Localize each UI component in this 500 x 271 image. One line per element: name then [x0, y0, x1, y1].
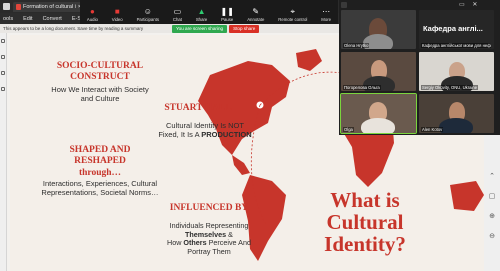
heading-shaped-reshaped: SHAPED AND RESHAPED through… [60, 145, 140, 179]
thumbnail-icon[interactable] [1, 39, 5, 43]
notice-text[interactable]: This appears to be a long document. Save… [3, 26, 143, 31]
page-fit-icon[interactable]: ▢ [489, 193, 496, 200]
influenced-amp: & [226, 229, 233, 239]
participant-tile[interactable]: Alen Kotov [419, 94, 494, 133]
video-label: Video [111, 17, 123, 22]
zoom-meeting-toolbar: ● Audio ■ Video ☺ Participants ▭ Chat ▲ … [80, 0, 338, 24]
participant-body [439, 118, 473, 133]
audio-label: Audio [86, 17, 98, 22]
stuart-hall-production: PRODUCTION [201, 130, 252, 139]
influenced-themselves: Themselves [185, 229, 227, 239]
participant-name: Olga [343, 127, 354, 132]
right-tool-strip: ⌃ ▢ ⊕ ⊖ [484, 135, 500, 271]
document-tab-title: Formation of cultural i [23, 3, 76, 10]
screen-share-banner: You are screen sharing Stop share [172, 24, 296, 33]
annotate-button[interactable]: ✎ Annotate [247, 7, 265, 23]
influenced-line3-suffix: Perceive And [206, 238, 251, 248]
menu-item-tools[interactable]: ools [3, 16, 13, 22]
pdf-icon [16, 3, 21, 10]
gallery-view-icon[interactable] [341, 2, 347, 8]
stuart-hall-line2: Fixed, It Is A PRODUCTION [150, 130, 260, 139]
pause-icon: ❚❚ [220, 7, 234, 16]
stop-share-button[interactable]: Stop share [229, 24, 260, 33]
text-influenced-by: Individuals Representing Themselves & Ho… [146, 221, 272, 257]
screen-sharing-indicator[interactable]: You are screen sharing [172, 24, 228, 33]
participants-button[interactable]: ☺ Participants [136, 7, 160, 23]
participant-tile-active[interactable]: Olga [340, 93, 417, 134]
participant-tile[interactable]: Olena Hrytko [341, 10, 416, 49]
annotate-icon: ✎ [252, 7, 260, 16]
participant-tile[interactable]: Погорелова Ольга [341, 52, 416, 91]
screen: Formation of cultural i × + ools Edit Co… [0, 0, 500, 271]
participant-tile[interactable]: Sergiy Okovity, ONU, Ukraine [419, 52, 494, 91]
attachment-icon[interactable] [1, 71, 5, 75]
participant-tile[interactable]: Кафедра англі... Кафедра англійської мов… [419, 10, 494, 49]
participant-name: Olena Hrytko [343, 43, 370, 48]
share-button[interactable]: ▲ Share [195, 7, 208, 23]
text-shaped-reshaped: Interactions, Experiences, Cultural Repr… [41, 179, 159, 197]
document-tab[interactable]: Formation of cultural i × [13, 1, 85, 12]
influenced-others: Others [183, 238, 207, 248]
microphone-muted-icon: ● [90, 7, 95, 16]
text-stuart-hall: Cultural Identity Is NOT Fixed, It Is A … [150, 121, 260, 139]
participant-name: Alen Kotov [421, 127, 444, 132]
stuart-hall-line2-prefix: Fixed, It Is A [158, 130, 202, 139]
remote-control-label: Remote control [278, 17, 308, 22]
pause-label: Pause [221, 17, 234, 22]
more-label: More [321, 17, 332, 22]
participant-name: Погорелова Ольга [343, 85, 381, 90]
app-menu-icon[interactable] [3, 3, 10, 10]
participant-name: Sergiy Okovity, ONU, Ukraine [421, 85, 479, 90]
zoom-gallery-panel: ▭ ✕ Olena Hrytko Кафедра англі... Кафедр… [339, 0, 500, 135]
annotate-label: Annotate [247, 17, 265, 22]
zoom-in-icon[interactable]: ⊕ [489, 213, 495, 220]
title-what-is-cultural-identity: What is Cultural Identity? [324, 188, 406, 257]
shaped-line2: RESHAPED [74, 156, 126, 167]
pause-button[interactable]: ❚❚ Pause [220, 7, 234, 23]
chat-button[interactable]: ▭ Chat [172, 7, 182, 23]
shaped-line3: through… [78, 167, 122, 178]
influenced-line3-prefix: How [167, 238, 184, 248]
chat-label: Chat [172, 17, 182, 22]
text-socio-cultural: How We Interact with Society and Culture [51, 85, 149, 103]
scroll-up-icon[interactable]: ⌃ [489, 173, 495, 180]
participant-body [361, 118, 395, 133]
menu-item-convert[interactable]: Convert [43, 16, 62, 22]
chat-icon: ▭ [173, 7, 182, 16]
left-tool-strip [0, 33, 7, 271]
participant-name: Кафедра англійської мови для нефі... [421, 43, 491, 48]
bookmark-icon[interactable] [1, 55, 5, 59]
participants-icon: ☺ [143, 7, 152, 16]
zoom-out-icon[interactable]: ⊖ [489, 233, 495, 240]
menu-item-edit[interactable]: Edit [23, 16, 32, 22]
more-icon: ⋯ [322, 7, 331, 16]
participant-big-name: Кафедра англі... [423, 24, 483, 33]
heading-stuart-hall: STUART HALL [164, 103, 232, 113]
stuart-hall-line1: Cultural Identity Is NOT [166, 121, 244, 130]
share-icon: ▲ [197, 7, 206, 16]
more-button[interactable]: ⋯ More [321, 7, 332, 23]
shaped-line1: SHAPED AND [69, 145, 131, 155]
video-off-icon: ■ [114, 7, 120, 16]
audio-button[interactable]: ● Audio [86, 7, 98, 23]
video-button[interactable]: ■ Video [111, 7, 123, 23]
remote-control-icon: ⌖ [290, 7, 296, 16]
heading-socio-cultural: SOCIO-CULTURAL CONSTRUCT [56, 61, 144, 83]
remote-control-button[interactable]: ⌖ Remote control [278, 7, 308, 23]
influenced-line4: Portray Them [187, 246, 231, 256]
participants-label: Participants [136, 17, 160, 22]
share-label: Share [195, 17, 208, 22]
heading-influenced-by: INFLUENCED BY [169, 203, 249, 213]
layers-icon[interactable] [1, 87, 5, 91]
gallery-controls[interactable]: ▭ ✕ [459, 1, 480, 8]
